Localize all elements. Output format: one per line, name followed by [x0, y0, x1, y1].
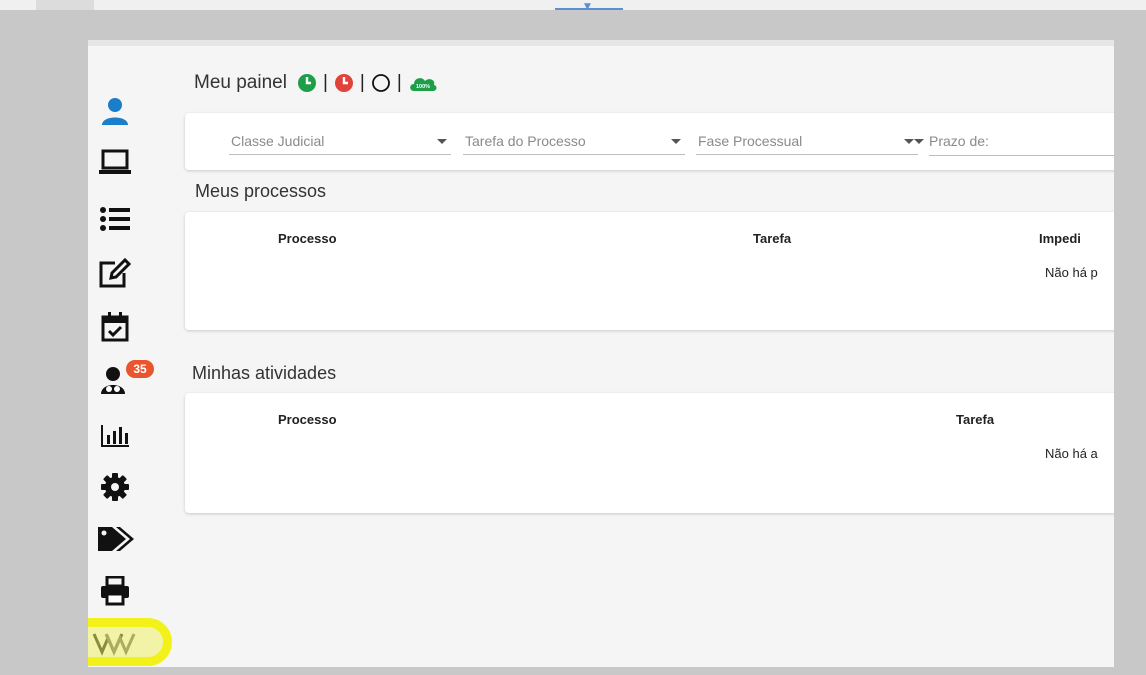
meus-processos-title: Meus processos: [195, 181, 327, 201]
page-title: Meu painel: [194, 72, 287, 93]
column-header-processo[interactable]: Processo: [278, 412, 337, 427]
filter-label: Fase Processual: [698, 133, 803, 149]
minhas-atividades-table: Processo Tarefa Não há a: [185, 393, 1114, 513]
calendar-check-icon: [101, 312, 129, 342]
filter-bar: Classe Judicial Tarefa do Processo Fase …: [185, 113, 1114, 170]
prazo-field[interactable]: Prazo de:: [913, 131, 1114, 156]
sidebar-item-team[interactable]: 35: [88, 358, 154, 400]
minhas-atividades-title: Minhas atividades: [192, 363, 337, 383]
fase-processual-select[interactable]: Fase Processual: [696, 131, 918, 155]
sidebar-item-print[interactable]: [88, 570, 142, 612]
clock-red-icon[interactable]: [334, 73, 354, 93]
laptop-icon: [99, 149, 131, 174]
filter-label: Prazo de:: [929, 133, 989, 149]
user-icon: [102, 98, 128, 125]
meus-processos-table: Processo Tarefa Impedi Não há p: [185, 212, 1114, 330]
screen-border-bottom: [0, 667, 1146, 675]
gear-icon: [101, 473, 129, 501]
list-icon: [100, 207, 130, 231]
filter-label: Tarefa do Processo: [465, 133, 586, 149]
cloud-label: 100%: [416, 84, 430, 90]
separator: |: [322, 72, 328, 93]
sidebar-item-settings[interactable]: [88, 466, 142, 508]
column-header-tarefa[interactable]: Tarefa: [753, 231, 791, 246]
column-header-tarefa[interactable]: Tarefa: [956, 412, 994, 427]
app-window: 35 Meu painel | | | 100% Classe Judicial…: [88, 46, 1114, 667]
highlight-annotation: [88, 618, 172, 666]
bar-chart-icon: [101, 425, 129, 447]
sidebar: 35: [88, 46, 172, 667]
separator: |: [359, 72, 365, 93]
tarefa-processo-select[interactable]: Tarefa do Processo: [463, 131, 685, 155]
cloud-icon[interactable]: 100%: [408, 73, 438, 93]
screen-border-right: [1114, 10, 1146, 675]
sidebar-item-list[interactable]: [88, 198, 142, 240]
notification-badge: 35: [126, 360, 154, 378]
caret-down-icon: [914, 139, 924, 144]
screen-border-left: [0, 10, 88, 675]
sidebar-item-reports[interactable]: [88, 414, 142, 456]
filter-label: Classe Judicial: [231, 133, 325, 149]
column-header-processo[interactable]: Processo: [278, 231, 337, 246]
prazo-underline: [929, 155, 1114, 156]
sidebar-item-user[interactable]: [88, 90, 142, 132]
dashboard-header: Meu painel | | | 100%: [194, 72, 438, 94]
sidebar-item-laptop[interactable]: [88, 142, 142, 184]
empty-message: Não há a: [1045, 446, 1098, 461]
sidebar-item-tags[interactable]: [88, 518, 142, 560]
sidebar-item-calendar[interactable]: [88, 306, 142, 348]
classe-judicial-select[interactable]: Classe Judicial: [229, 131, 451, 155]
browser-top-bar: ▼: [0, 0, 1146, 12]
column-header-impedimento[interactable]: Impedi: [1039, 231, 1081, 246]
browser-tab[interactable]: [36, 0, 94, 10]
caret-down-icon: [437, 139, 447, 144]
empty-message: Não há p: [1045, 265, 1098, 280]
separator: |: [396, 72, 402, 93]
circle-outline-icon[interactable]: [371, 73, 391, 93]
main-content: Meu painel | | | 100% Classe Judicial Ta…: [184, 46, 1114, 667]
edit-icon: [99, 257, 132, 288]
printer-icon: [101, 576, 129, 606]
tags-icon: [98, 527, 134, 551]
clock-green-icon[interactable]: [297, 73, 317, 93]
sidebar-item-edit[interactable]: [88, 252, 142, 294]
caret-down-icon: [671, 139, 681, 144]
